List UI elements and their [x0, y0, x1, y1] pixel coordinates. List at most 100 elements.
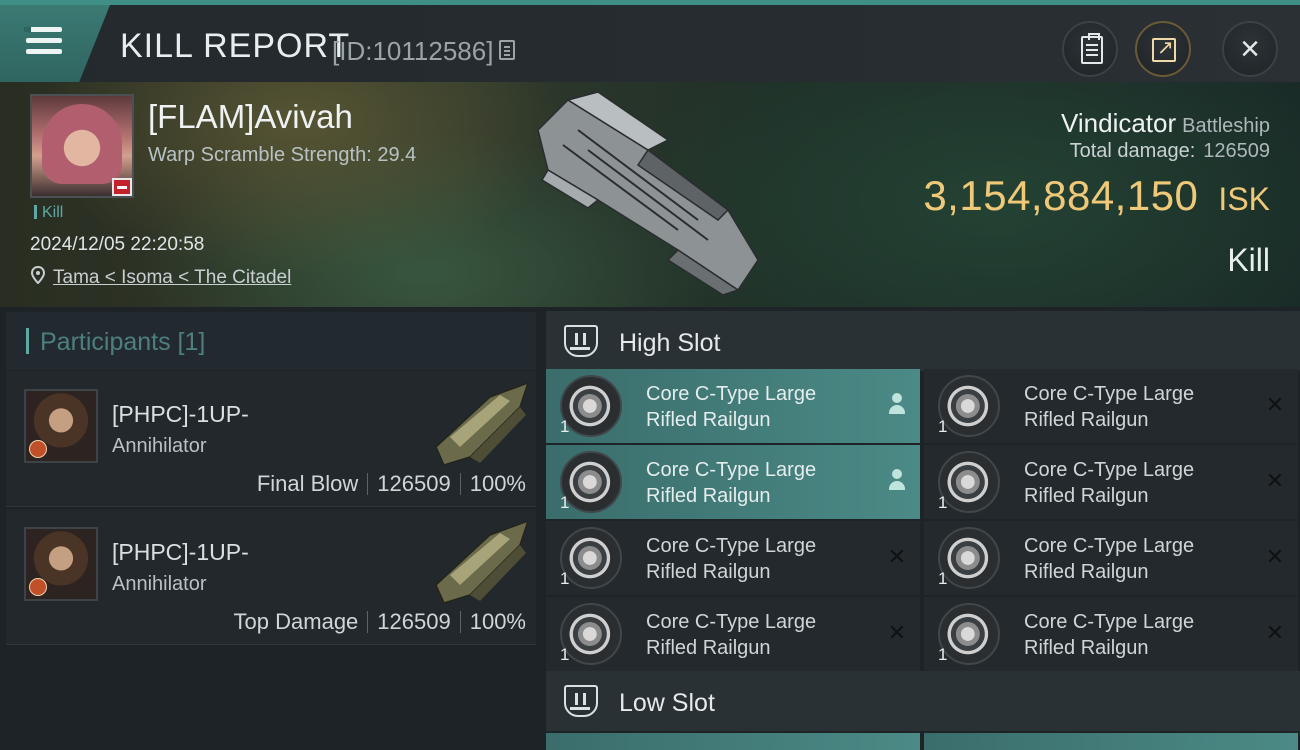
module-name: Core C-Type Large Rifled Railgun — [1024, 533, 1244, 585]
copy-icon[interactable] — [499, 40, 515, 60]
module-item[interactable]: 1 Core C-Type Large Rifled Railgun ✕ — [546, 597, 920, 671]
module-name: Core C-Type Large Rifled Railgun — [646, 381, 866, 433]
kill-datetime: 2024/12/05 22:20:58 — [30, 234, 205, 255]
module-qty: 1 — [560, 417, 570, 436]
module-name-line1: Core C-Type Large — [1024, 459, 1195, 481]
module-name-line2: Rifled Railgun — [1024, 485, 1149, 507]
clipboard-button[interactable] — [1062, 21, 1118, 77]
module-item[interactable]: 1 Core C-Type Large Rifled Railgun — [546, 369, 920, 443]
participant-ship: Annihilator — [112, 435, 207, 457]
total-damage-label: Total damage: — [1069, 140, 1196, 162]
top-bar: KILL REPORT [ID:10112586] × — [0, 0, 1300, 82]
module-item[interactable]: 1 Core C-Type Large Rifled Railgun ✕ — [924, 521, 1298, 595]
corp-badge-icon — [29, 440, 47, 458]
x-icon: ✕ — [1265, 620, 1285, 645]
participant-ship: Annihilator — [112, 573, 207, 595]
location-pin-icon — [31, 266, 45, 284]
participant-row[interactable]: [PHPC]-1UP- Annihilator Top Damage 126509… — [6, 509, 536, 645]
isk-value-row: 3,154,884,150 ISK — [923, 172, 1270, 220]
victim-name[interactable]: [FLAM]Avivah — [148, 98, 353, 136]
isk-unit: ISK — [1218, 181, 1270, 217]
person-icon — [886, 393, 908, 417]
isk-value: 3,154,884,150 — [923, 172, 1199, 219]
participant-name: [PHPC]-1UP- — [112, 401, 249, 427]
victim-header: [FLAM]Avivah Warp Scramble Strength: 29.… — [0, 82, 1300, 307]
participant-percent: 100% — [469, 609, 526, 634]
hamburger-icon[interactable] — [24, 27, 62, 57]
total-damage-value: 126509 — [1203, 140, 1270, 162]
participant-name: [PHPC]-1UP- — [112, 539, 249, 565]
module-name: Core C-Type Large Rifled Railgun — [646, 609, 866, 661]
participant-stats: Final Blow 126509 100% — [257, 471, 526, 497]
close-icon: × — [1240, 30, 1260, 68]
kill-tag: Kill — [34, 204, 63, 222]
share-button[interactable] — [1135, 21, 1191, 77]
module-name-line2: Rifled Railgun — [646, 561, 771, 583]
slot-icon — [564, 325, 598, 357]
participant-role: Final Blow — [256, 471, 359, 496]
module-qty: 1 — [560, 493, 570, 512]
page-title: KILL REPORT — [120, 27, 351, 65]
module-name-line1: Core C-Type Large — [646, 459, 817, 481]
report-id: [ID:10112586] — [332, 36, 494, 66]
warp-scramble-strength: Warp Scramble Strength: 29.4 — [148, 144, 417, 166]
module-item[interactable]: 1 Core C-Type Large Rifled Railgun ✕ — [924, 369, 1298, 443]
x-icon: ✕ — [1265, 468, 1285, 493]
module-qty: 1 — [560, 645, 570, 664]
module-qty: 1 — [938, 417, 948, 436]
x-icon: ✕ — [1265, 392, 1285, 417]
module-name-line1: Core C-Type Large — [646, 611, 817, 633]
module-name-line2: Rifled Railgun — [646, 637, 771, 659]
kill-location-link[interactable]: Tama < Isoma < The Citadel — [53, 267, 291, 289]
module-name-line1: Core C-Type Large — [646, 535, 817, 557]
victim-ship-image — [537, 91, 759, 296]
module-name-line2: Rifled Railgun — [1024, 561, 1149, 583]
participant-stats: Top Damage 126509 100% — [234, 609, 526, 635]
module-item[interactable]: 1 Core C-Type Large Rifled Railgun ✕ — [546, 521, 920, 595]
low-slot-module-peek[interactable] — [924, 733, 1298, 750]
ship-name: Vindicator — [1061, 108, 1177, 138]
participant-damage: 126509 — [377, 471, 451, 496]
standing-minus-icon — [112, 178, 132, 196]
module-qty: 1 — [560, 569, 570, 588]
module-qty: 1 — [938, 493, 948, 512]
corp-badge-icon — [29, 578, 47, 596]
victim-ship-name[interactable]: Vindicator Battleship — [1061, 108, 1270, 139]
module-name: Core C-Type Large Rifled Railgun — [646, 533, 866, 585]
module-name-line2: Rifled Railgun — [1024, 409, 1149, 431]
module-name-line2: Rifled Railgun — [646, 485, 771, 507]
module-name: Core C-Type Large Rifled Railgun — [1024, 457, 1244, 509]
module-name-line1: Core C-Type Large — [1024, 383, 1195, 405]
low-slot-module-peek[interactable] — [546, 733, 920, 750]
module-item[interactable]: 1 Core C-Type Large Rifled Railgun ✕ — [924, 445, 1298, 519]
victim-portrait[interactable] — [30, 94, 134, 198]
fitting-panel: High Slot 1 Core C-Type Large Rifled Rail… — [540, 307, 1300, 750]
participants-panel: Participants [1] [PHPC]-1UP- Annihilator… — [0, 307, 540, 750]
high-slot-header[interactable]: High Slot — [546, 311, 1300, 371]
module-item[interactable]: 1 Core C-Type Large Rifled Railgun — [546, 445, 920, 519]
module-name: Core C-Type Large Rifled Railgun — [646, 457, 866, 509]
module-qty: 1 — [938, 569, 948, 588]
kill-result-label: Kill — [1227, 242, 1270, 278]
low-slot-header[interactable]: Low Slot — [546, 671, 1300, 731]
module-item[interactable]: 1 Core C-Type Large Rifled Railgun ✕ — [924, 597, 1298, 671]
participant-ship-image — [435, 519, 530, 604]
participants-title: Participants [1] — [40, 328, 206, 356]
module-name-line1: Core C-Type Large — [1024, 611, 1195, 633]
share-icon — [1152, 35, 1176, 62]
module-name-line1: Core C-Type Large — [646, 383, 817, 405]
module-name-line2: Rifled Railgun — [1024, 637, 1149, 659]
participant-avatar[interactable] — [24, 389, 98, 463]
participant-percent: 100% — [469, 471, 526, 496]
participant-role: Top Damage — [233, 609, 359, 634]
participant-row[interactable]: [PHPC]-1UP- Annihilator Final Blow 126509… — [6, 371, 536, 507]
module-name: Core C-Type Large Rifled Railgun — [1024, 609, 1244, 661]
x-icon: ✕ — [887, 620, 907, 645]
clipboard-icon — [1081, 33, 1103, 64]
x-icon: ✕ — [1265, 544, 1285, 569]
participant-avatar[interactable] — [24, 527, 98, 601]
participants-header: Participants [1] — [6, 312, 536, 370]
close-button[interactable]: × — [1222, 21, 1278, 77]
ship-class: Battleship — [1182, 115, 1270, 137]
participant-damage: 126509 — [377, 609, 451, 634]
